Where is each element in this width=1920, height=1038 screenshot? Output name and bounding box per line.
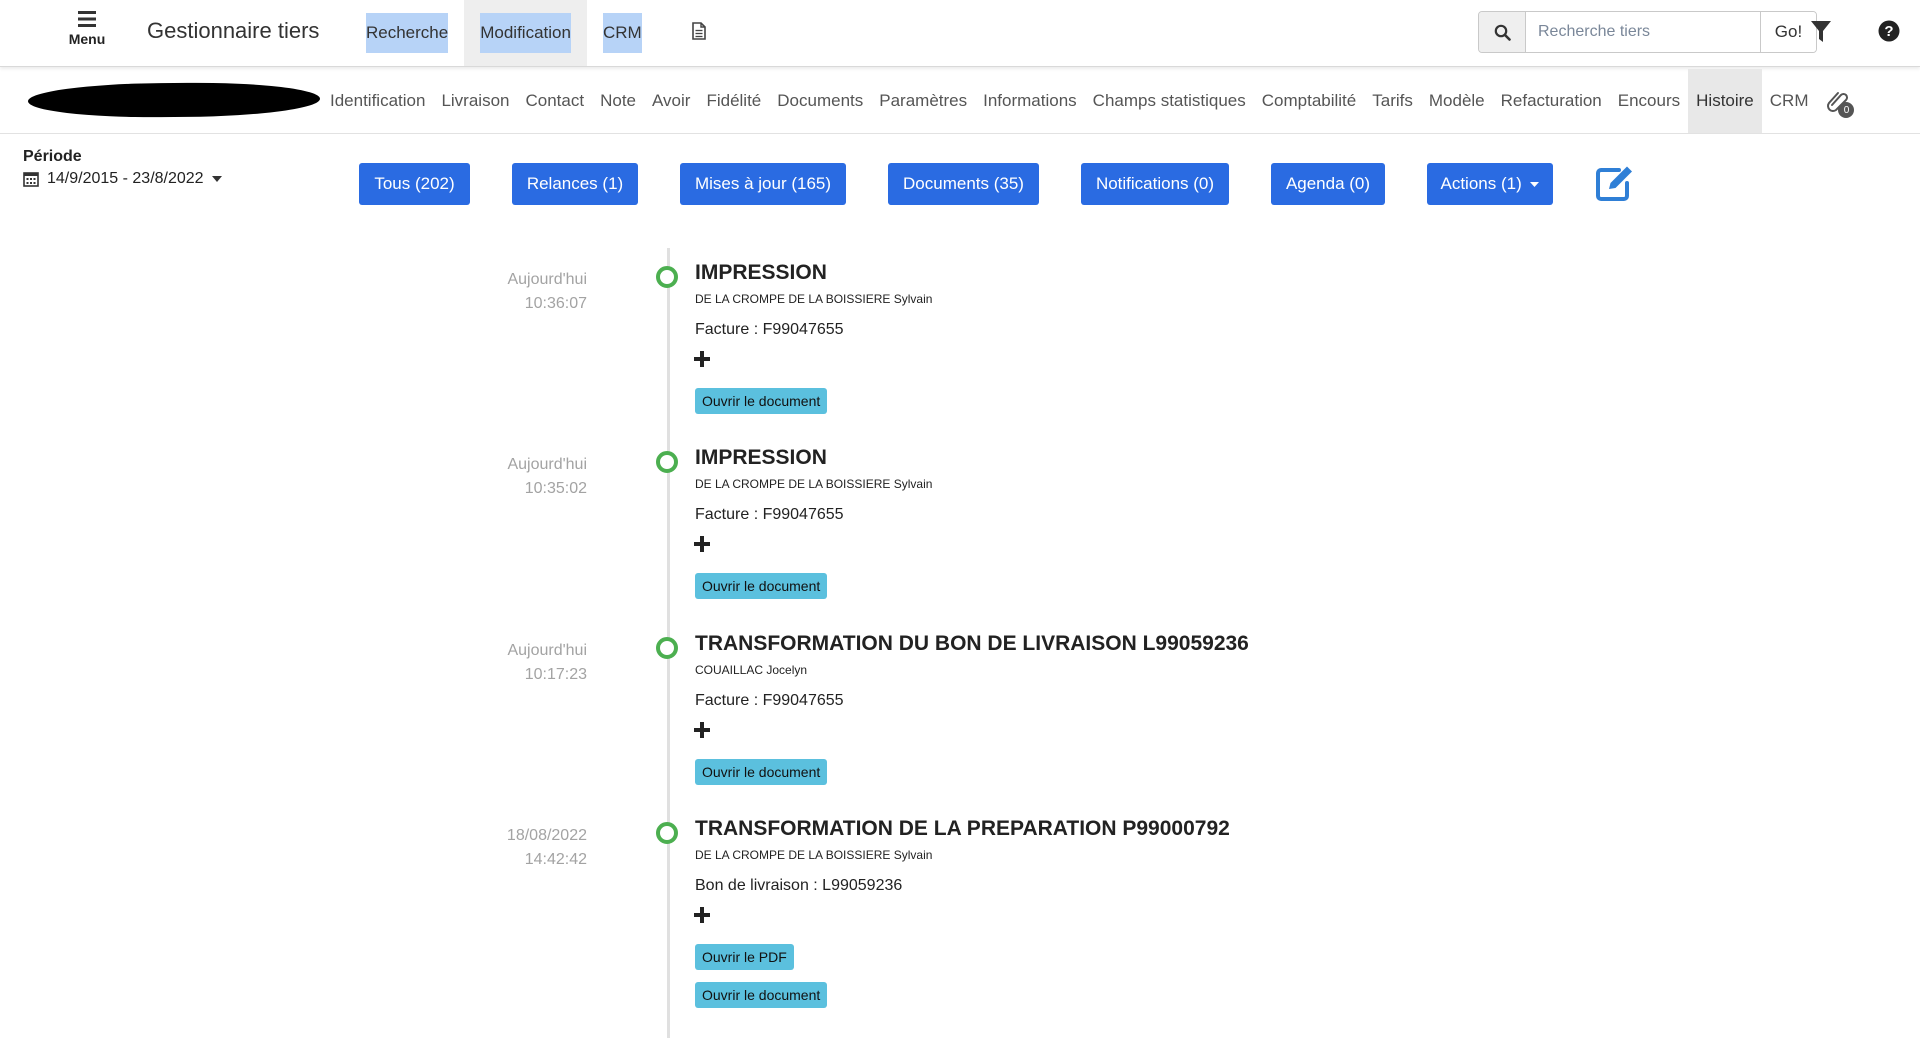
entry-reference: Bon de livraison : L99059236	[695, 877, 903, 894]
tab-livraison[interactable]: Livraison	[433, 69, 517, 133]
nav-modification[interactable]: Modification	[464, 0, 587, 66]
calendar-icon	[23, 172, 39, 187]
filter-documents-button[interactable]: Documents (35)	[888, 163, 1039, 205]
open-document-button[interactable]: Ouvrir le document	[695, 982, 828, 1008]
entry-date: Aujourd'hui 10:35:02	[420, 453, 587, 501]
filter-relances-button[interactable]: Relances (1)	[512, 163, 638, 205]
tier-tabs: Identification Livraison Contact Note Av…	[322, 69, 1860, 133]
entry-day: Aujourd'hui	[507, 456, 587, 473]
filter-mises-a-jour-button[interactable]: Mises à jour (165)	[680, 163, 846, 205]
timeline-marker	[656, 822, 678, 844]
entry-reference: Facture : F99047655	[695, 692, 844, 709]
tab-modele[interactable]: Modèle	[1421, 69, 1493, 133]
tab-note[interactable]: Note	[592, 69, 644, 133]
entry-date: Aujourd'hui 10:17:23	[420, 639, 587, 687]
entry-time: 14:42:42	[524, 851, 587, 868]
entry-date: Aujourd'hui 10:36:07	[420, 268, 587, 316]
attachment-count-badge: 0	[1838, 102, 1855, 118]
paperclip-icon[interactable]: 0	[1816, 69, 1860, 133]
tab-crm[interactable]: CRM	[1762, 69, 1817, 133]
top-nav: Recherche Modification CRM	[350, 0, 658, 66]
tab-parametres[interactable]: Paramètres	[871, 69, 975, 133]
help-icon[interactable]: ?	[1878, 20, 1900, 42]
svg-text:?: ?	[1884, 23, 1893, 40]
expand-plus-icon[interactable]	[694, 722, 710, 738]
tab-fidelite[interactable]: Fidélité	[698, 69, 769, 133]
nav-label: CRM	[602, 13, 642, 53]
tab-informations[interactable]: Informations	[975, 69, 1085, 133]
filter-notifications-button[interactable]: Notifications (0)	[1081, 163, 1229, 205]
entry-author: COUAILLAC Jocelyn	[695, 663, 808, 677]
tab-identification[interactable]: Identification	[322, 69, 433, 133]
entry-reference: Facture : F99047655	[695, 321, 844, 338]
entry-author: DE LA CROMPE DE LA BOISSIERE Sylvain	[695, 848, 933, 862]
nav-recherche[interactable]: Recherche	[350, 0, 464, 66]
entry-day: Aujourd'hui	[507, 271, 587, 288]
tab-histoire[interactable]: Histoire	[1688, 69, 1762, 133]
open-document-button[interactable]: Ouvrir le document	[695, 388, 828, 414]
entry-title: TRANSFORMATION DE LA PREPARATION P990007…	[695, 817, 1230, 840]
entry-day: Aujourd'hui	[507, 642, 587, 659]
document-icon[interactable]	[691, 22, 707, 40]
tab-refacturation[interactable]: Refacturation	[1493, 69, 1610, 133]
nav-crm[interactable]: CRM	[587, 0, 658, 66]
tab-avoir[interactable]: Avoir	[644, 69, 698, 133]
entry-time: 10:36:07	[524, 295, 587, 312]
period-value: 14/9/2015 - 23/8/2022	[47, 170, 204, 187]
top-bar: Menu Gestionnaire tiers Recherche Modifi…	[0, 0, 1920, 67]
open-pdf-button[interactable]: Ouvrir le PDF	[695, 944, 794, 970]
expand-plus-icon[interactable]	[694, 907, 710, 923]
filter-agenda-button[interactable]: Agenda (0)	[1271, 163, 1385, 205]
menu-label: Menu	[68, 31, 106, 47]
open-document-button[interactable]: Ouvrir le document	[695, 573, 828, 599]
hamburger-icon	[78, 11, 96, 27]
entry-time: 10:35:02	[524, 480, 587, 497]
tab-tarifs[interactable]: Tarifs	[1364, 69, 1421, 133]
caret-down-icon	[1530, 182, 1540, 188]
expand-plus-icon[interactable]	[694, 351, 710, 367]
entry-title: IMPRESSION	[695, 446, 827, 469]
timeline-marker	[656, 266, 678, 288]
nav-label: Recherche	[366, 13, 449, 53]
entry-title: TRANSFORMATION DU BON DE LIVRAISON L9905…	[695, 632, 1249, 655]
period-selector[interactable]: 14/9/2015 - 23/8/2022	[23, 170, 222, 188]
tab-contact[interactable]: Contact	[518, 69, 593, 133]
tab-documents[interactable]: Documents	[769, 69, 871, 133]
entry-author: DE LA CROMPE DE LA BOISSIERE Sylvain	[695, 292, 933, 306]
timeline-marker	[656, 451, 678, 473]
search-input[interactable]	[1526, 12, 1760, 52]
menu-button[interactable]: Menu	[62, 10, 112, 54]
actions-label: Actions (1)	[1440, 174, 1522, 193]
entry-day: 18/08/2022	[506, 827, 587, 844]
period-label: Période	[23, 148, 82, 165]
entry-time: 10:17:23	[524, 666, 587, 683]
go-button[interactable]: Go!	[1760, 12, 1816, 52]
search-group: Go!	[1478, 11, 1817, 53]
expand-plus-icon[interactable]	[694, 536, 710, 552]
filter-tous-button[interactable]: Tous (202)	[359, 163, 470, 205]
redacted-customer-name	[27, 81, 321, 119]
tab-champs-statistiques[interactable]: Champs statistiques	[1085, 69, 1254, 133]
tab-comptabilite[interactable]: Comptabilité	[1254, 69, 1365, 133]
actions-dropdown-button[interactable]: Actions (1)	[1427, 163, 1553, 205]
app-title: Gestionnaire tiers	[147, 18, 320, 43]
tab-encours[interactable]: Encours	[1610, 69, 1688, 133]
nav-label: Modification	[480, 13, 571, 53]
sub-nav: Identification Livraison Contact Note Av…	[0, 69, 1920, 134]
open-document-button[interactable]: Ouvrir le document	[695, 759, 828, 785]
filter-icon[interactable]	[1810, 20, 1832, 44]
edit-icon[interactable]	[1595, 164, 1635, 202]
entry-title: IMPRESSION	[695, 261, 827, 284]
entry-date: 18/08/2022 14:42:42	[420, 824, 587, 872]
search-icon[interactable]	[1479, 12, 1526, 52]
caret-down-icon	[211, 176, 222, 182]
entry-reference: Facture : F99047655	[695, 506, 844, 523]
timeline-marker	[656, 637, 678, 659]
entry-author: DE LA CROMPE DE LA BOISSIERE Sylvain	[695, 477, 933, 491]
